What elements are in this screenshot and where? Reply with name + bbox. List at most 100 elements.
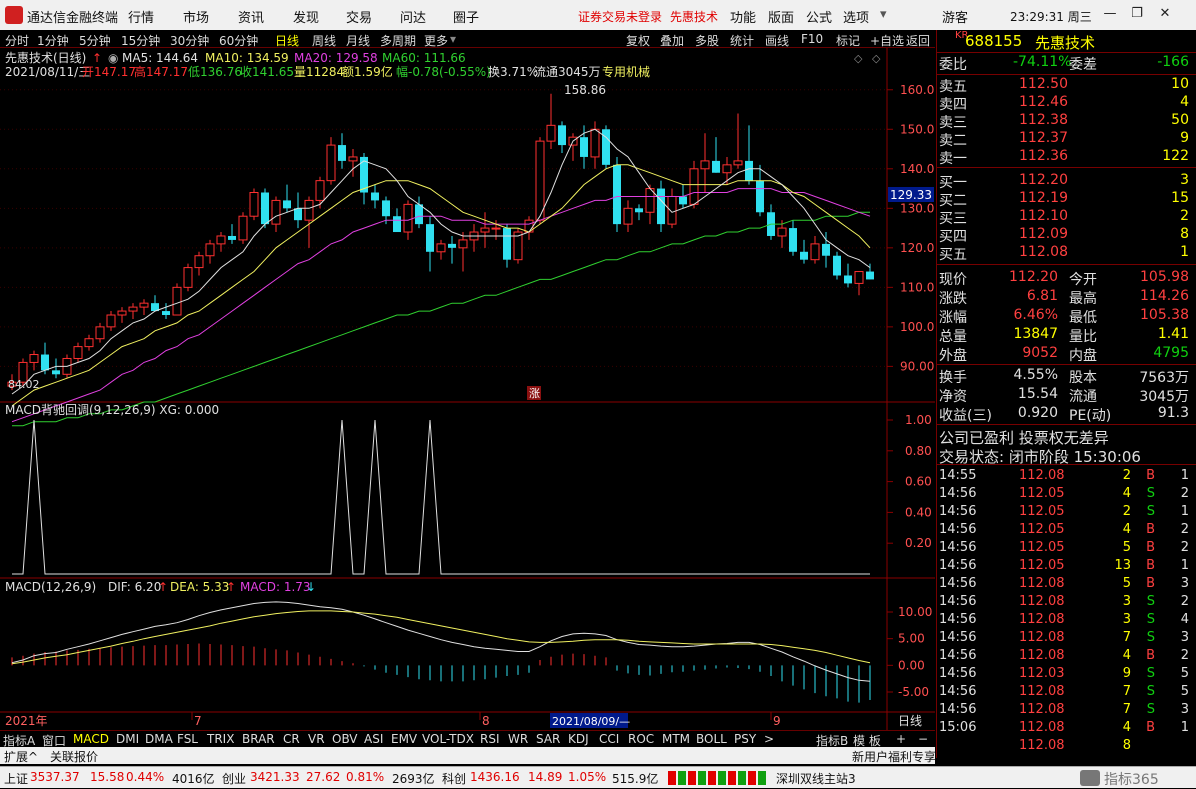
buy-level-row[interactable]: 买一 112.20 3 — [939, 172, 1193, 191]
related-quote-button[interactable]: 关联报价 — [50, 748, 98, 765]
tool-button[interactable]: 返回 — [906, 32, 930, 49]
buy-level-row[interactable]: 买二 112.19 15 — [939, 190, 1193, 209]
trade-state[interactable]: 交易状态: 闭市阶段 15:30:06 — [939, 446, 1193, 466]
menu-item[interactable]: 交易 — [346, 7, 372, 26]
quote-stat-row[interactable]: 现价 112.20 今开 105.98 — [939, 269, 1193, 288]
tick-row[interactable]: 14:56 112.08 5 B 3 — [939, 576, 1193, 594]
menu-item[interactable]: 版面 — [768, 7, 794, 26]
quote-stat-row[interactable]: 外盘 9052 内盘 4795 — [939, 345, 1193, 364]
dropdown-icon[interactable]: ▾ — [880, 7, 887, 22]
minimize-icon[interactable]: — — [1100, 6, 1120, 24]
menu-item[interactable]: 问达 — [400, 7, 426, 26]
tab-indicator[interactable]: VR — [308, 732, 325, 746]
menu-item[interactable]: 圈子 — [453, 7, 479, 26]
close-icon[interactable]: ✕ — [1155, 6, 1175, 24]
index-name[interactable]: 创业 — [222, 770, 246, 787]
login-warning[interactable]: 证券交易未登录 — [578, 8, 662, 25]
restore-icon[interactable]: ❐ — [1127, 6, 1147, 24]
tick-row[interactable]: 14:56 112.08 4 B 2 — [939, 648, 1193, 666]
chart-area[interactable]: 160.0 150.0 140.0 130.0 120.0 110.0 100.0 90.00… — [0, 48, 935, 730]
tab-indicator[interactable]: WR — [508, 732, 528, 746]
expand-icon[interactable]: ◇ — [872, 52, 881, 65]
sell-level-row[interactable]: 卖四 112.46 4 — [939, 94, 1193, 113]
tab-indicator[interactable]: BOLL — [696, 732, 727, 746]
tab-indicator[interactable]: RSI — [480, 732, 500, 746]
quote-stat-row[interactable]: 涨跌 6.81 最高 114.26 — [939, 288, 1193, 307]
extend-button[interactable]: 扩展^ — [4, 748, 38, 765]
more-chevron-icon[interactable]: ▾ — [450, 32, 456, 46]
tool-button[interactable]: 复权 — [626, 32, 650, 49]
quote-stat-row[interactable]: 换手 4.55% 股本 7563万 — [939, 367, 1193, 386]
tab-indicator[interactable]: TRIX — [207, 732, 234, 746]
scroll-right-icon[interactable]: > — [764, 732, 774, 746]
stock-header[interactable]: KR 688155 先惠技术 — [939, 30, 1193, 52]
chart-svg[interactable]: 160.0150.0140.0130.0120.0110.0100.090.00… — [0, 48, 935, 730]
tick-row[interactable]: 14:56 112.05 4 S 2 — [939, 486, 1193, 504]
index-name[interactable]: 科创 — [442, 770, 466, 787]
tab-indicator[interactable]: ASI — [364, 732, 383, 746]
tab-indicator[interactable]: FSL — [177, 732, 198, 746]
tab-indicator[interactable]: MTM — [662, 732, 690, 746]
menu-item[interactable]: 市场 — [183, 7, 209, 26]
tab-indicator[interactable]: DMI — [116, 732, 139, 746]
tick-row[interactable]: 15:06 112.08 4 B 1 — [939, 720, 1193, 738]
tab-indicator[interactable]: KDJ — [568, 732, 589, 746]
menu-item[interactable]: 资讯 — [238, 7, 264, 26]
menu-item[interactable]: 选项 — [843, 7, 869, 26]
tab-period[interactable]: 分时 — [5, 32, 29, 49]
promo-link[interactable]: 新用户福利专享 — [852, 748, 936, 765]
tick-row[interactable]: 112.08 8 — [939, 738, 1193, 756]
tick-row[interactable]: 14:56 112.05 5 B 2 — [939, 540, 1193, 558]
tab-indicator[interactable]: PSY — [734, 732, 756, 746]
menu-item[interactable]: 公式 — [806, 7, 832, 26]
menu-item[interactable]: 功能 — [730, 7, 756, 26]
tick-row[interactable]: 14:56 112.08 7 S 3 — [939, 630, 1193, 648]
quote-stat-row[interactable]: 涨幅 6.46% 最低 105.38 — [939, 307, 1193, 326]
tab-indicator[interactable]: DMA — [145, 732, 173, 746]
sell-level-row[interactable]: 卖二 112.37 9 — [939, 130, 1193, 149]
tick-row[interactable]: 14:56 112.08 7 S 3 — [939, 702, 1193, 720]
buy-level-row[interactable]: 买四 112.09 8 — [939, 226, 1193, 245]
tab-period[interactable]: 多周期 — [380, 32, 416, 49]
tab-indicator[interactable]: VOL-TDX — [422, 732, 474, 746]
zoom-in-icon[interactable]: + — [896, 732, 906, 746]
sell-level-row[interactable]: 卖五 112.50 10 — [939, 76, 1193, 95]
index-name[interactable]: 上证 — [4, 770, 28, 787]
weibi-row[interactable]: 委比 -74.11% 委差 -166 — [939, 54, 1193, 73]
tick-row[interactable]: 14:56 112.08 3 S 2 — [939, 594, 1193, 612]
diamond-icon[interactable]: ◇ — [854, 52, 863, 65]
buy-level-row[interactable]: 买五 112.08 1 — [939, 244, 1193, 263]
server-label[interactable]: 深圳双线主站3 — [776, 770, 856, 787]
tool-button[interactable]: 统计 — [730, 32, 754, 49]
buy-level-row[interactable]: 买三 112.10 2 — [939, 208, 1193, 227]
zoom-out-icon[interactable]: − — [918, 732, 928, 746]
tool-button[interactable]: +自选 — [870, 32, 904, 49]
tick-row[interactable]: 14:56 112.03 9 S 5 — [939, 666, 1193, 684]
tab-period[interactable]: 60分钟 — [219, 32, 258, 49]
tool-button[interactable]: 画线 — [765, 32, 789, 49]
tool-button[interactable]: 多股 — [695, 32, 719, 49]
tab-indicator[interactable]: SAR — [536, 732, 560, 746]
tab-period-active[interactable]: 日线 — [275, 32, 299, 49]
settings-icon[interactable]: ◉ — [108, 51, 118, 65]
tab-period[interactable]: 30分钟 — [170, 32, 209, 49]
tab-indicator[interactable]: BRAR — [242, 732, 275, 746]
tab-period[interactable]: 15分钟 — [121, 32, 160, 49]
quote-stat-row[interactable]: 收益(三) 0.920 PE(动) 91.3 — [939, 405, 1193, 424]
tool-button[interactable]: 叠加 — [660, 32, 684, 49]
tab-indicator[interactable]: OBV — [332, 732, 358, 746]
sell-level-row[interactable]: 卖一 112.36 122 — [939, 148, 1193, 167]
tab-indicator[interactable]: EMV — [391, 732, 417, 746]
tab-indicator[interactable]: CR — [283, 732, 300, 746]
menu-item[interactable]: 行情 — [128, 7, 154, 26]
tab-period[interactable]: 月线 — [346, 32, 370, 49]
tick-row[interactable]: 14:56 112.08 7 S 5 — [939, 684, 1193, 702]
user-label[interactable]: 游客 — [942, 7, 968, 26]
tool-button[interactable]: 标记 — [836, 32, 860, 49]
tool-button[interactable]: F10 — [801, 32, 823, 46]
tab-indicator[interactable]: CCI — [599, 732, 619, 746]
tab-period[interactable]: 1分钟 — [37, 32, 69, 49]
tab-period[interactable]: 周线 — [312, 32, 336, 49]
tab-indicator[interactable]: ROC — [628, 732, 654, 746]
tick-row[interactable]: 14:56 112.05 2 S 1 — [939, 504, 1193, 522]
